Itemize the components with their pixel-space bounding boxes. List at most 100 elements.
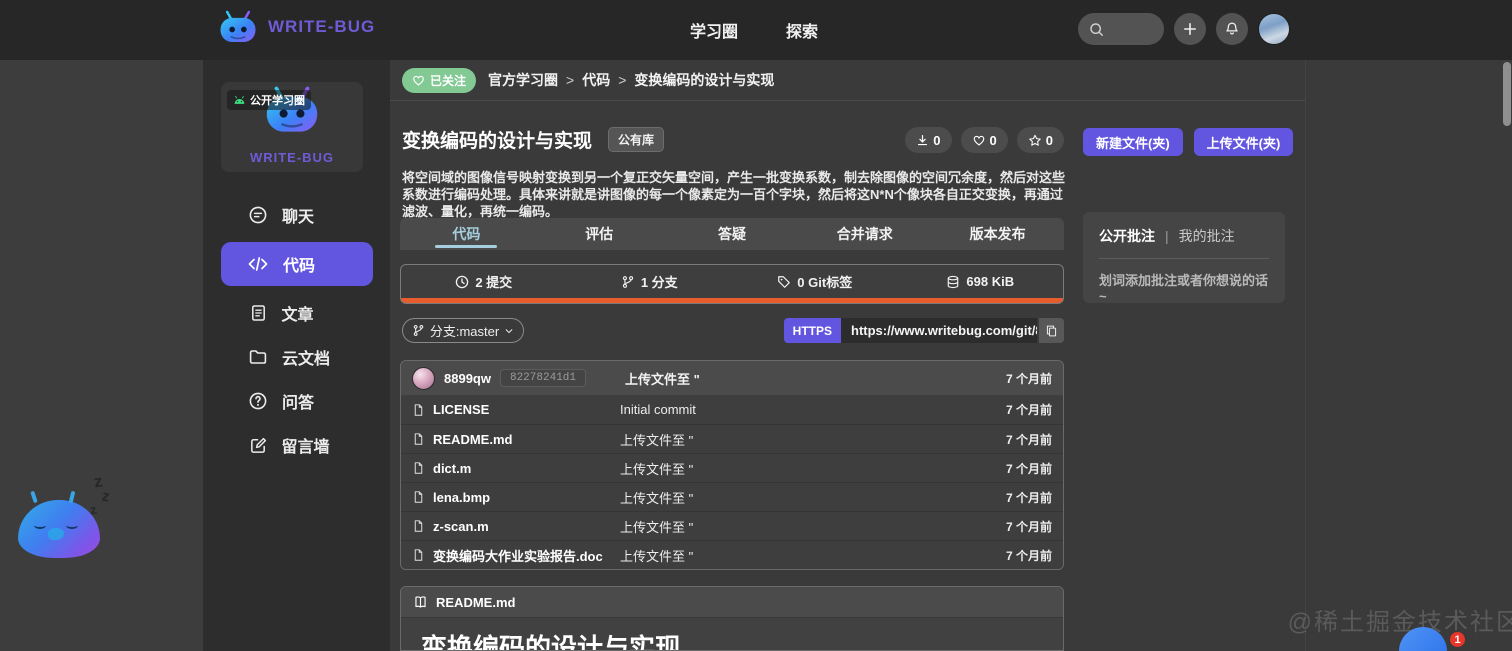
annotation-placeholder: 划词添加批注或者你想说的话~: [1099, 273, 1269, 304]
edit-icon: [249, 436, 268, 455]
user-avatar[interactable]: [1258, 13, 1290, 45]
file-row[interactable]: lena.bmp 上传文件至 " 7 个月前: [401, 482, 1063, 511]
readme-filename: README.md: [436, 594, 516, 610]
repo-size-stat[interactable]: 698 KiB: [898, 265, 1064, 298]
tab-public-annotations[interactable]: 公开批注: [1099, 226, 1155, 246]
file-commit-message: Initial commit: [620, 402, 696, 417]
robot-logo-icon: [218, 10, 258, 44]
committer-avatar[interactable]: [412, 366, 435, 390]
file-commit-message: 上传文件至 ": [620, 490, 694, 506]
tab-merge-requests[interactable]: 合并请求: [798, 218, 931, 250]
file-name[interactable]: dict.m: [433, 461, 471, 476]
file-name[interactable]: 变换编码大作业实验报告.doc: [433, 546, 603, 565]
nav-item-study-circle[interactable]: 学习圈: [690, 18, 738, 42]
tab-my-annotations[interactable]: 我的批注: [1179, 226, 1235, 246]
git-tags-stat[interactable]: 0 Git标签: [732, 265, 898, 298]
file-commit-message: 上传文件至 ": [620, 519, 694, 535]
file-time: 7 个月前: [1005, 432, 1052, 447]
watermark: @稀土掘金技术社区: [1287, 609, 1512, 636]
latest-commit-row[interactable]: 8899qw 82278241d1 上传文件至 " 7 个月前: [401, 361, 1063, 395]
android-icon: [233, 95, 246, 105]
copy-icon: [1045, 324, 1058, 338]
chat-icon: [248, 205, 268, 225]
sidebar: 公开学习圈 WRITE-BUG 聊天 代码 文章 云文档 问答 留言墙: [203, 60, 390, 651]
file-icon: [412, 461, 425, 475]
repo-description: 将空间域的图像信号映射变换到另一个复正交矢量空间，产生一批变换系数，制去除图像的…: [402, 170, 1066, 219]
search-input[interactable]: [1078, 13, 1164, 45]
commits-stat[interactable]: 2 提交: [401, 265, 567, 298]
create-button[interactable]: [1174, 13, 1206, 45]
repo-metrics-bar: 2 提交 1 分支 0 Git标签 698 KiB: [400, 264, 1064, 304]
breadcrumb-current: 变换编码的设计与实现: [634, 72, 775, 88]
chevron-down-icon: [504, 326, 514, 336]
readme-content: 变换编码的设计与实现: [401, 618, 1063, 650]
followed-badge[interactable]: 已关注: [402, 67, 477, 93]
top-bar: WRITE-BUG 学习圈 探索: [0, 0, 1512, 60]
left-strip: z z z: [0, 60, 203, 651]
app-root: WRITE-BUG 学习圈 探索 z z z 公开学习圈 WRITE-BUG 聊…: [0, 0, 1512, 651]
file-row[interactable]: README.md 上传文件至 " 7 个月前: [401, 424, 1063, 453]
annotations-panel: 公开批注 | 我的批注 划词添加批注或者你想说的话~: [1083, 212, 1285, 304]
file-time: 7 个月前: [1005, 403, 1052, 417]
breadcrumb-separator: >: [566, 72, 575, 88]
sidebar-item-chat[interactable]: 聊天: [221, 198, 373, 232]
file-commit-message: 上传文件至 ": [620, 461, 694, 477]
repo-stats-pills: 0 0 0: [905, 127, 1064, 153]
download-count-button[interactable]: 0: [905, 127, 952, 153]
star-outline-icon: [1028, 134, 1042, 147]
tab-releases[interactable]: 版本发布: [931, 218, 1064, 250]
book-icon: [413, 595, 428, 609]
branch-selector[interactable]: 分支:master: [402, 318, 524, 343]
breadcrumb-section[interactable]: 代码: [582, 70, 610, 90]
file-row[interactable]: 变换编码大作业实验报告.doc 上传文件至 " 7 个月前: [401, 540, 1063, 569]
https-protocol-button[interactable]: HTTPS: [783, 318, 841, 343]
committer-name[interactable]: 8899qw: [444, 371, 491, 386]
file-name[interactable]: z-scan.m: [433, 519, 489, 534]
scrollbar-thumb[interactable]: [1503, 62, 1511, 126]
commit-hash-badge[interactable]: 82278241d1: [499, 369, 586, 387]
readme-header[interactable]: README.md: [401, 587, 1063, 618]
sidebar-item-code[interactable]: 代码: [221, 242, 373, 286]
sidebar-item-qa[interactable]: 问答: [221, 384, 373, 418]
commit-time: 7 个月前: [1005, 371, 1052, 386]
file-row[interactable]: dict.m 上传文件至 " 7 个月前: [401, 453, 1063, 482]
file-name[interactable]: README.md: [433, 432, 512, 447]
like-count-button[interactable]: 0: [960, 127, 1008, 153]
database-icon: [946, 275, 960, 289]
star-count-button[interactable]: 0: [1016, 127, 1064, 153]
mascot-body-icon: [18, 500, 100, 558]
file-name[interactable]: LICENSE: [433, 402, 489, 417]
copy-url-button[interactable]: [1039, 318, 1064, 343]
file-row[interactable]: LICENSE Initial commit 7 个月前: [401, 395, 1063, 424]
breadcrumb-circle[interactable]: 官方学习圈: [488, 70, 558, 90]
tab-code[interactable]: 代码: [400, 218, 533, 250]
commit-message[interactable]: 上传文件至 ": [625, 369, 700, 388]
heart-outline-icon: [972, 134, 986, 147]
clone-url-field[interactable]: https://www.writebug.com/git/8899q: [841, 318, 1037, 343]
download-icon: [916, 134, 929, 147]
file-browser: 8899qw 82278241d1 上传文件至 " 7 个月前 LICENSE …: [400, 360, 1064, 570]
tab-review[interactable]: 评估: [533, 218, 666, 250]
content-divider: [1305, 60, 1306, 651]
upload-file-button[interactable]: 上传文件(夹): [1193, 128, 1294, 156]
circle-card[interactable]: 公开学习圈 WRITE-BUG: [221, 82, 363, 172]
file-icon: [412, 403, 425, 417]
brand-logo[interactable]: WRITE-BUG: [218, 10, 375, 44]
file-name[interactable]: lena.bmp: [433, 490, 490, 505]
new-file-button[interactable]: 新建文件(夹): [1083, 128, 1183, 156]
branch-icon: [412, 324, 425, 337]
nav-item-explore[interactable]: 探索: [786, 18, 818, 42]
sleeping-mascot[interactable]: z z z: [10, 460, 130, 570]
sidebar-item-articles[interactable]: 文章: [221, 296, 373, 330]
notifications-button[interactable]: [1216, 13, 1248, 45]
branches-stat[interactable]: 1 分支: [567, 265, 733, 298]
divider: [1099, 258, 1269, 259]
tab-questions[interactable]: 答疑: [666, 218, 799, 250]
sidebar-item-cloud-docs[interactable]: 云文档: [221, 340, 373, 374]
code-icon: [247, 254, 269, 274]
chat-notification-badge: 1: [1448, 630, 1467, 649]
breadcrumb-separator: >: [618, 72, 627, 88]
file-row[interactable]: z-scan.m 上传文件至 " 7 个月前: [401, 511, 1063, 540]
file-icon: [412, 519, 425, 533]
sidebar-item-message-wall[interactable]: 留言墙: [221, 428, 373, 462]
